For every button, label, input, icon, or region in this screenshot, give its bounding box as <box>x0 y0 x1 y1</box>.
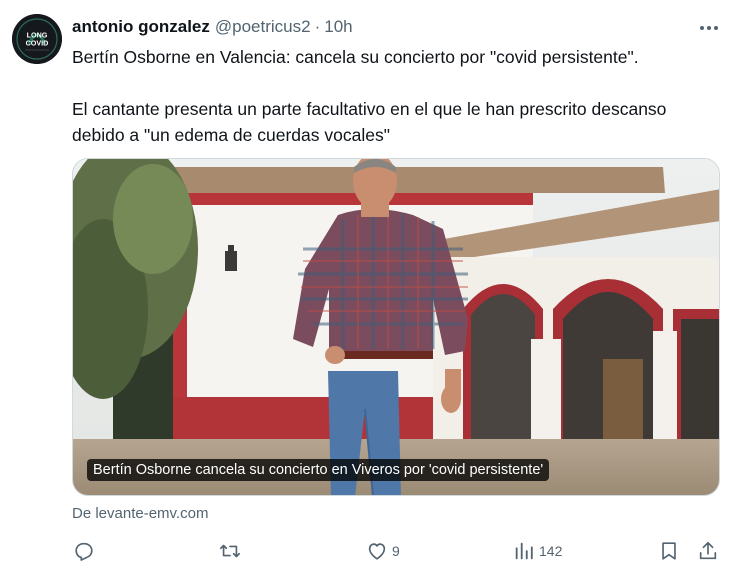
action-bar: 9 142 <box>0 536 738 566</box>
tweet: LONG COVID antonio gonzalez @poetricus2 … <box>0 0 738 580</box>
like-icon <box>366 540 388 562</box>
bookmark-button[interactable] <box>658 536 680 566</box>
author-handle[interactable]: @poetricus2 <box>215 17 311 37</box>
author-name[interactable]: antonio gonzalez <box>72 17 210 37</box>
tweet-header: antonio gonzalez @poetricus2 · 10h <box>72 16 353 38</box>
share-icon <box>697 540 719 562</box>
more-icon[interactable] <box>694 14 724 42</box>
tweet-timestamp[interactable]: 10h <box>324 17 352 37</box>
retweet-button[interactable] <box>219 536 245 566</box>
like-button[interactable]: 9 <box>366 536 400 566</box>
views-button[interactable]: 142 <box>513 536 562 566</box>
views-count: 142 <box>539 543 563 559</box>
link-card[interactable]: Bertín Osborne cancela su concierto en V… <box>72 158 720 496</box>
like-count: 9 <box>392 543 400 559</box>
card-source[interactable]: De levante-emv.com <box>72 505 208 522</box>
avatar[interactable]: LONG COVID <box>12 14 62 64</box>
card-photo <box>73 159 719 495</box>
share-button[interactable] <box>697 536 719 566</box>
avatar-text-covid: COVID <box>26 39 49 48</box>
header-separator: · <box>314 17 321 36</box>
reply-icon <box>73 540 95 562</box>
retweet-icon <box>219 540 241 562</box>
views-icon <box>513 540 535 562</box>
reply-button[interactable] <box>73 536 99 566</box>
tweet-text: Bertín Osborne en Valencia: cancela su c… <box>72 44 712 148</box>
tweet-paragraph: Bertín Osborne en Valencia: cancela su c… <box>72 47 639 67</box>
tweet-paragraph: El cantante presenta un parte facultativ… <box>72 99 667 145</box>
bookmark-icon <box>658 540 680 562</box>
card-caption: Bertín Osborne cancela su concierto en V… <box>87 459 550 481</box>
